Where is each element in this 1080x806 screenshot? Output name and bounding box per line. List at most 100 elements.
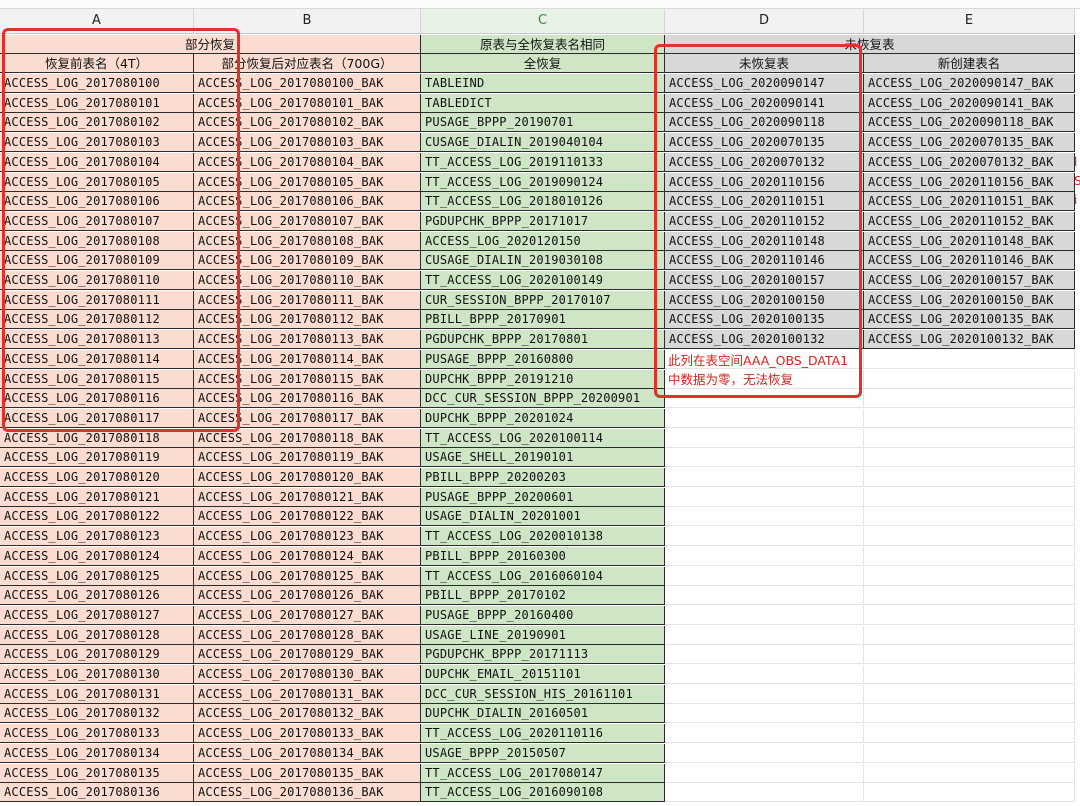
cell-a[interactable]: ACCESS_LOG_2017080128	[0, 626, 194, 645]
cell-e[interactable]	[864, 724, 1075, 743]
cell-a[interactable]: ACCESS_LOG_2017080136	[0, 783, 194, 802]
cell-b[interactable]: ACCESS_LOG_2017080134_BAK	[194, 744, 421, 763]
cell-c[interactable]: TT_ACCESS_LOG_2020010138	[421, 527, 665, 546]
cell-d[interactable]	[665, 507, 864, 526]
column-header-d[interactable]: D	[665, 9, 864, 34]
cell-b[interactable]: ACCESS_LOG_2017080122_BAK	[194, 507, 421, 526]
cell-d[interactable]	[665, 567, 864, 586]
cell-c[interactable]: TT_ACCESS_LOG_2020100149	[421, 271, 665, 290]
cell-b[interactable]: ACCESS_LOG_2017080133_BAK	[194, 724, 421, 743]
cell-a[interactable]: ACCESS_LOG_2017080134	[0, 744, 194, 763]
cell-e[interactable]: ACCESS_LOG_2020090147_BAK	[864, 74, 1075, 93]
subheader-e[interactable]: 新创建表名	[864, 54, 1075, 73]
cell-b[interactable]: ACCESS_LOG_2017080129_BAK	[194, 645, 421, 664]
cell-b[interactable]: ACCESS_LOG_2017080132_BAK	[194, 704, 421, 723]
cell-e[interactable]	[864, 488, 1075, 507]
cell-c[interactable]: TT_ACCESS_LOG_2017080147	[421, 764, 665, 783]
cell-e[interactable]	[864, 547, 1075, 566]
cell-c[interactable]: DUPCHK_DIALIN_20160501	[421, 704, 665, 723]
cell-c[interactable]: DUPCHK_BPPP_20201024	[421, 409, 665, 428]
cell-e[interactable]: ACCESS_LOG_2020100132_BAK	[864, 330, 1075, 349]
subheader-c[interactable]: 全恢复	[421, 54, 665, 73]
cell-d[interactable]	[665, 704, 864, 723]
cell-e[interactable]	[864, 606, 1075, 625]
cell-c[interactable]: USAGE_DIALIN_20201001	[421, 507, 665, 526]
cell-c[interactable]: PUSAGE_BPPP_20200601	[421, 488, 665, 507]
cell-c[interactable]: DCC_CUR_SESSION_HIS_20161101	[421, 685, 665, 704]
cell-e[interactable]	[864, 409, 1075, 428]
cell-c[interactable]: TT_ACCESS_LOG_2018010126	[421, 192, 665, 211]
cell-e[interactable]	[864, 764, 1075, 783]
cell-b[interactable]: ACCESS_LOG_2017080128_BAK	[194, 626, 421, 645]
cell-b[interactable]: ACCESS_LOG_2017080126_BAK	[194, 586, 421, 605]
cell-c[interactable]: TT_ACCESS_LOG_2016090108	[421, 783, 665, 802]
cell-a[interactable]: ACCESS_LOG_2017080119	[0, 448, 194, 467]
cell-e[interactable]: ACCESS_LOG_2020100150_BAK	[864, 291, 1075, 310]
cell-a[interactable]: ACCESS_LOG_2017080131	[0, 685, 194, 704]
cell-a[interactable]: ACCESS_LOG_2017080133	[0, 724, 194, 743]
cell-d[interactable]	[665, 645, 864, 664]
cell-e[interactable]	[864, 645, 1075, 664]
cell-d[interactable]	[665, 665, 864, 684]
cell-c[interactable]: PBILL_BPPP_20200203	[421, 468, 665, 487]
cell-d[interactable]	[665, 547, 864, 566]
cell-d[interactable]	[665, 468, 864, 487]
cell-e[interactable]	[864, 507, 1075, 526]
cell-c[interactable]: PUSAGE_BPPP_20160800	[421, 350, 665, 369]
cell-d[interactable]	[665, 724, 864, 743]
cell-c[interactable]: TT_ACCESS_LOG_2016060104	[421, 567, 665, 586]
cell-e[interactable]	[864, 448, 1075, 467]
cell-d[interactable]	[665, 606, 864, 625]
cell-c[interactable]: USAGE_SHELL_20190101	[421, 448, 665, 467]
cell-c[interactable]: PBILL_BPPP_20170901	[421, 310, 665, 329]
column-header-c[interactable]: C	[421, 9, 665, 34]
cell-d[interactable]	[665, 626, 864, 645]
cell-a[interactable]: ACCESS_LOG_2017080127	[0, 606, 194, 625]
cell-c[interactable]: PGDUPCHK_BPPP_20171113	[421, 645, 665, 664]
cell-e[interactable]	[864, 527, 1075, 546]
cell-e[interactable]: ACCESS_LOG_2020110146_BAK	[864, 251, 1075, 270]
cell-e[interactable]	[864, 429, 1075, 448]
cell-b[interactable]: ACCESS_LOG_2017080121_BAK	[194, 488, 421, 507]
cell-c[interactable]: CUSAGE_DIALIN_2019030108	[421, 251, 665, 270]
cell-e[interactable]	[864, 350, 1075, 369]
cell-e[interactable]: ACCESS_LOG_2020110156_BAK	[864, 173, 1075, 192]
cell-b[interactable]: ACCESS_LOG_2017080136_BAK	[194, 783, 421, 802]
cell-a[interactable]: ACCESS_LOG_2017080125	[0, 567, 194, 586]
cell-c[interactable]: PUSAGE_BPPP_20190701	[421, 113, 665, 132]
cell-a[interactable]: ACCESS_LOG_2017080121	[0, 488, 194, 507]
cell-b[interactable]: ACCESS_LOG_2017080135_BAK	[194, 764, 421, 783]
cell-b[interactable]: ACCESS_LOG_2017080130_BAK	[194, 665, 421, 684]
cell-e[interactable]	[864, 626, 1075, 645]
cell-e[interactable]	[864, 389, 1075, 408]
cell-c[interactable]: DCC_CUR_SESSION_BPPP_20200901	[421, 389, 665, 408]
cell-e[interactable]: ACCESS_LOG_2020100135_BAK	[864, 310, 1075, 329]
cell-e[interactable]	[864, 567, 1075, 586]
cell-c[interactable]: PBILL_BPPP_20160300	[421, 547, 665, 566]
column-header-e[interactable]: E	[864, 9, 1075, 34]
cell-c[interactable]: DUPCHK_EMAIL_20151101	[421, 665, 665, 684]
cell-e[interactable]	[864, 586, 1075, 605]
cell-a[interactable]: ACCESS_LOG_2017080130	[0, 665, 194, 684]
cell-b[interactable]: ACCESS_LOG_2017080120_BAK	[194, 468, 421, 487]
cell-d[interactable]	[665, 429, 864, 448]
cell-c[interactable]: TT_ACCESS_LOG_2019110133	[421, 153, 665, 172]
cell-a[interactable]: ACCESS_LOG_2017080129	[0, 645, 194, 664]
cell-d[interactable]	[665, 409, 864, 428]
cell-d[interactable]	[665, 744, 864, 763]
cell-d[interactable]	[665, 448, 864, 467]
cell-d[interactable]	[665, 764, 864, 783]
cell-a[interactable]: ACCESS_LOG_2017080126	[0, 586, 194, 605]
cell-e[interactable]: ACCESS_LOG_2020090141_BAK	[864, 94, 1075, 113]
cell-e[interactable]	[864, 783, 1075, 802]
cell-d[interactable]	[665, 527, 864, 546]
cell-e[interactable]: ACCESS_LOG_2020110151_BAK	[864, 192, 1075, 211]
cell-d[interactable]	[665, 586, 864, 605]
cell-a[interactable]: ACCESS_LOG_2017080132	[0, 704, 194, 723]
cell-a[interactable]: ACCESS_LOG_2017080120	[0, 468, 194, 487]
cell-a[interactable]: ACCESS_LOG_2017080122	[0, 507, 194, 526]
cell-c[interactable]: DUPCHK_BPPP_20191210	[421, 370, 665, 389]
cell-c[interactable]: CUR_SESSION_BPPP_20170107	[421, 291, 665, 310]
cell-b[interactable]: ACCESS_LOG_2017080131_BAK	[194, 685, 421, 704]
cell-c[interactable]: USAGE_LINE_20190901	[421, 626, 665, 645]
